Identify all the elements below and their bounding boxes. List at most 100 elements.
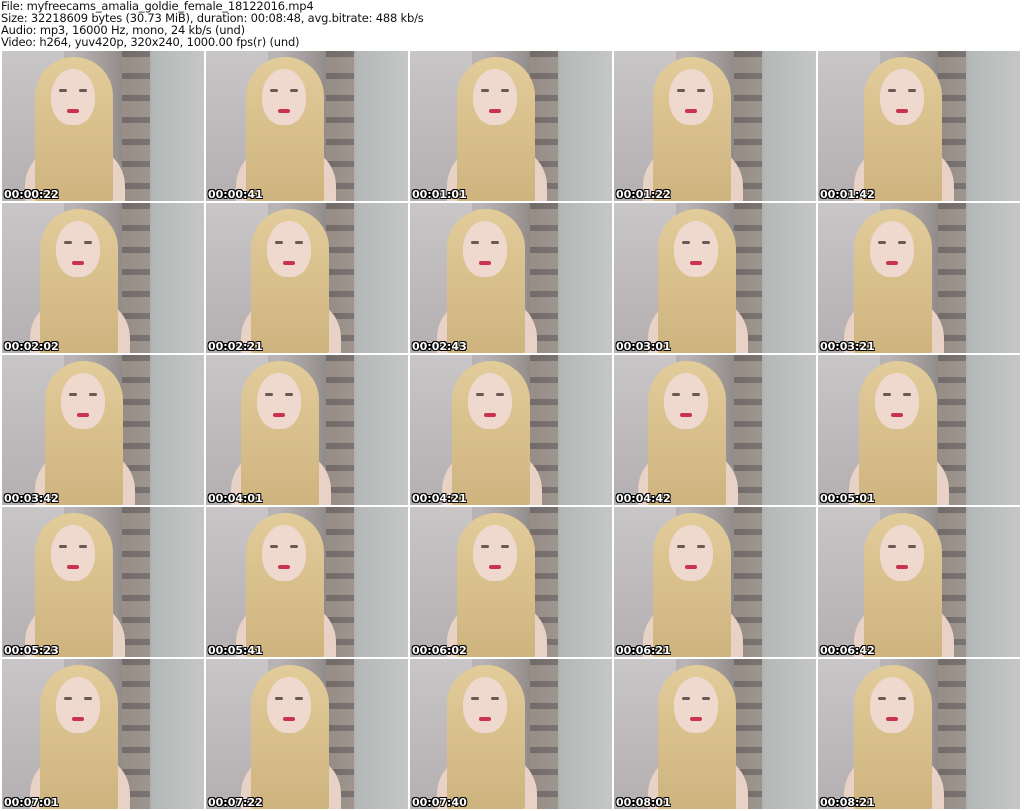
- eye: [702, 241, 710, 244]
- eye: [89, 393, 97, 396]
- lips: [489, 565, 501, 569]
- eye: [496, 393, 504, 396]
- eye: [682, 241, 690, 244]
- lips: [67, 109, 79, 113]
- timestamp: 00:06:42: [820, 644, 875, 657]
- timestamp: 00:06:21: [616, 644, 671, 657]
- lips: [896, 565, 908, 569]
- eye: [908, 545, 916, 548]
- eye: [69, 393, 77, 396]
- person-face: [51, 69, 95, 125]
- timestamp: 00:06:02: [412, 644, 467, 657]
- video-thumbnail: 00:00:22: [2, 51, 204, 201]
- video-thumbnail: 00:06:02: [410, 507, 612, 657]
- person-face: [468, 373, 512, 429]
- video-thumbnail: 00:05:41: [206, 507, 408, 657]
- video-thumbnail: 00:04:01: [206, 355, 408, 505]
- person-face: [473, 69, 517, 125]
- timestamp: 00:01:42: [820, 188, 875, 201]
- eye: [270, 89, 278, 92]
- lips: [72, 261, 84, 265]
- lips: [690, 717, 702, 721]
- timestamp: 00:04:01: [208, 492, 263, 505]
- eye: [682, 697, 690, 700]
- eye: [84, 241, 92, 244]
- eye: [295, 697, 303, 700]
- timestamp: 00:03:42: [4, 492, 59, 505]
- eye: [290, 89, 298, 92]
- video-thumbnail: 00:01:22: [614, 51, 816, 201]
- person-face: [880, 525, 924, 581]
- thumbnail-grid: 00:00:22 00:00:41 00:01:01 00:01:22 00:0…: [2, 51, 1020, 809]
- eye: [265, 393, 273, 396]
- video-thumbnail: 00:07:40: [410, 659, 612, 809]
- person-face: [51, 525, 95, 581]
- timestamp: 00:07:22: [208, 796, 263, 809]
- eye: [471, 697, 479, 700]
- lips: [484, 413, 496, 417]
- video-thumbnail: 00:03:01: [614, 203, 816, 353]
- video-thumbnail: 00:03:42: [2, 355, 204, 505]
- lips: [77, 413, 89, 417]
- eye: [79, 89, 87, 92]
- lips: [479, 261, 491, 265]
- lips: [896, 109, 908, 113]
- timestamp: 00:08:21: [820, 796, 875, 809]
- eye: [888, 89, 896, 92]
- person-face: [880, 69, 924, 125]
- eye: [481, 545, 489, 548]
- video-thumbnail: 00:06:42: [818, 507, 1020, 657]
- eye: [79, 545, 87, 548]
- person-face: [669, 525, 713, 581]
- eye: [481, 89, 489, 92]
- eye: [878, 697, 886, 700]
- eye: [59, 545, 67, 548]
- eye: [697, 89, 705, 92]
- video-thumbnail: 00:06:21: [614, 507, 816, 657]
- person-face: [61, 373, 105, 429]
- timestamp: 00:04:21: [412, 492, 467, 505]
- eye: [702, 697, 710, 700]
- timestamp: 00:00:22: [4, 188, 59, 201]
- timestamp: 00:05:01: [820, 492, 875, 505]
- eye: [888, 545, 896, 548]
- person-face: [674, 221, 718, 277]
- eye: [898, 241, 906, 244]
- video-thumbnail: 00:02:02: [2, 203, 204, 353]
- eye: [491, 241, 499, 244]
- video-thumbnail: 00:00:41: [206, 51, 408, 201]
- eye: [898, 697, 906, 700]
- lips: [283, 261, 295, 265]
- lips: [278, 565, 290, 569]
- eye: [692, 393, 700, 396]
- lips: [886, 261, 898, 265]
- person-face: [674, 677, 718, 733]
- eye: [677, 89, 685, 92]
- eye: [903, 393, 911, 396]
- lips: [278, 109, 290, 113]
- video-thumbnail: 00:04:42: [614, 355, 816, 505]
- timestamp: 00:03:01: [616, 340, 671, 353]
- lips: [891, 413, 903, 417]
- lips: [685, 565, 697, 569]
- person-face: [875, 373, 919, 429]
- file-info-header: File: myfreecams_amalia_goldie_female_18…: [1, 0, 424, 48]
- timestamp: 00:04:42: [616, 492, 671, 505]
- eye: [476, 393, 484, 396]
- person-face: [56, 221, 100, 277]
- eye: [275, 241, 283, 244]
- lips: [283, 717, 295, 721]
- video-thumbnail: 00:04:21: [410, 355, 612, 505]
- timestamp: 00:01:22: [616, 188, 671, 201]
- eye: [697, 545, 705, 548]
- video-thumbnail: 00:01:01: [410, 51, 612, 201]
- lips: [685, 109, 697, 113]
- person-face: [267, 221, 311, 277]
- timestamp: 00:01:01: [412, 188, 467, 201]
- video-thumbnail: 00:08:21: [818, 659, 1020, 809]
- person-face: [870, 221, 914, 277]
- eye: [275, 697, 283, 700]
- video-thumbnail: 00:05:01: [818, 355, 1020, 505]
- lips: [67, 565, 79, 569]
- video-thumbnail: 00:02:21: [206, 203, 408, 353]
